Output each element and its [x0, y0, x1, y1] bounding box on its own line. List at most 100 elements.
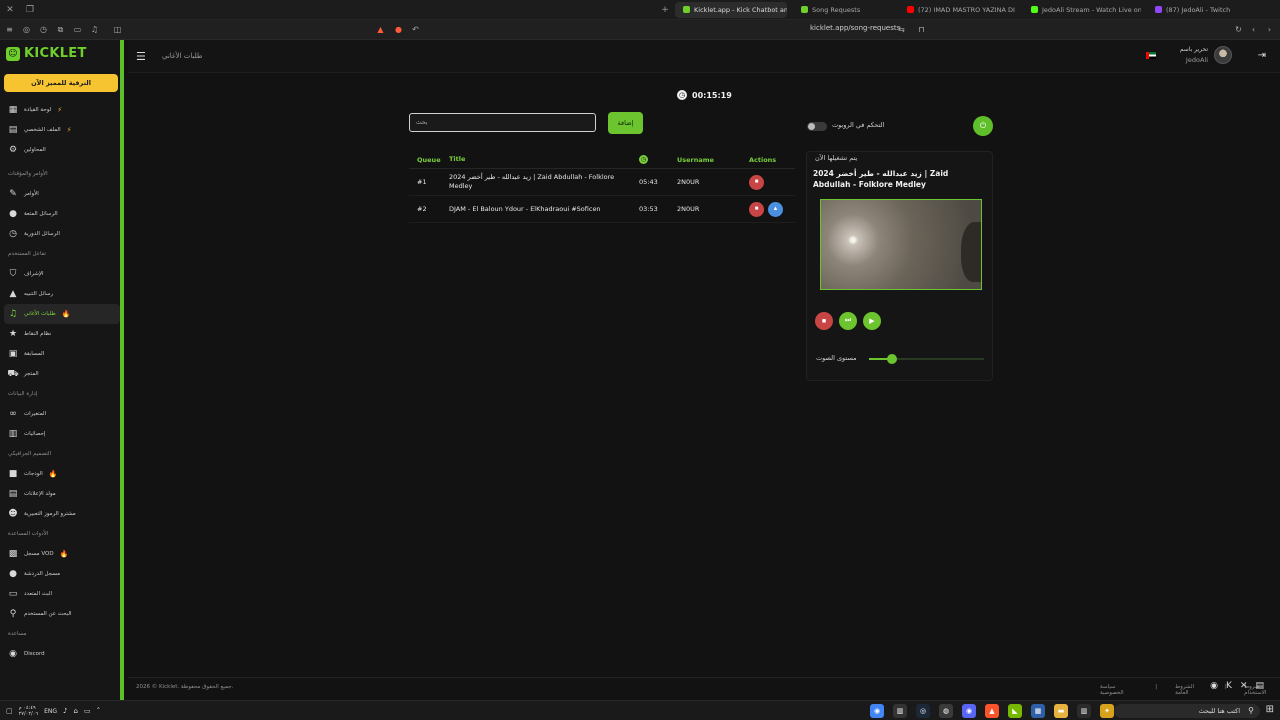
battery-icon[interactable]: ▭: [84, 707, 91, 715]
sidebar-item[interactable]: ■ الودجات 🔥: [0, 464, 124, 484]
reload-icon[interactable]: ↻: [1231, 22, 1246, 38]
nvidia-app-icon[interactable]: ◣: [1008, 704, 1022, 718]
sidebar-item[interactable]: ⚲ البحث عن المستخدم: [0, 604, 124, 624]
delete-song-button[interactable]: ■: [749, 201, 764, 217]
sidebar-item-label: رسائل التنبيه: [24, 291, 54, 297]
sidebar-toggle-icon[interactable]: ◫: [110, 22, 125, 38]
avatar[interactable]: [1214, 46, 1232, 64]
obs-app-icon[interactable]: ◍: [939, 704, 953, 718]
menu-icon[interactable]: ≡: [2, 22, 17, 38]
volume-icon[interactable]: ♪: [63, 707, 67, 715]
browser-tab[interactable]: (87) JedoAli - Twitch: [1147, 2, 1265, 18]
logo-text: KICKLET: [24, 46, 87, 61]
stop-button[interactable]: ■: [815, 312, 833, 330]
translate-icon[interactable]: ⇆: [894, 22, 909, 38]
kicklet-logo[interactable]: ☺ KICKLET: [6, 46, 87, 61]
lang-indicator[interactable]: ENG: [44, 708, 57, 715]
footer-link[interactable]: الشروط العامة: [1175, 684, 1206, 696]
nav-section-title: مساعدة: [8, 631, 27, 637]
search-icon: ⚲: [1248, 706, 1254, 715]
start-icon[interactable]: ⊞: [1266, 704, 1274, 715]
sidebar-item[interactable]: ▥ إحصائيات: [0, 424, 124, 444]
steam-app-icon[interactable]: ◎: [916, 704, 930, 718]
sidebar-item[interactable]: ▦ لوحة القيادة ⚡: [0, 100, 124, 120]
browser-tab[interactable]: Song Requests: [793, 2, 893, 18]
browser-tab[interactable]: (72) IMAD MASTRO YAZINA DI: [899, 2, 1017, 18]
power-button[interactable]: ⏻: [973, 116, 993, 136]
sidebar-item[interactable]: ★ نظام النقاط: [0, 324, 124, 344]
sidebar-item[interactable]: ♫ طلبات الأغاني 🔥: [4, 304, 120, 324]
user-block[interactable]: تحرير باسم JedoAli: [1145, 45, 1232, 65]
back-icon[interactable]: ↶: [408, 22, 423, 38]
new-tab-icon[interactable]: +: [655, 0, 675, 20]
sidebar-item[interactable]: ▲ رسائل التنبيه: [0, 284, 124, 304]
terminal-app-icon[interactable]: ▥: [893, 704, 907, 718]
sidebar-item[interactable]: ✎ الأوامر: [0, 184, 124, 204]
restore-icon[interactable]: ❐: [20, 0, 40, 20]
music-icon[interactable]: ♫: [87, 22, 102, 38]
sidebar-item[interactable]: ▣ المسابقة: [0, 344, 124, 364]
video-player[interactable]: [820, 199, 982, 290]
history-icon[interactable]: ◷: [36, 22, 51, 38]
bookmark-icon[interactable]: ⊓: [914, 22, 929, 38]
snapshot-icon[interactable]: ⧉: [53, 22, 68, 38]
sidebar-item[interactable]: ▩ مسجل VOD 🔥: [0, 544, 124, 564]
sidebar-item[interactable]: ● مسجل الدردشة: [0, 564, 124, 584]
next-icon[interactable]: ›: [1262, 22, 1277, 38]
sidebar-item[interactable]: ● الرسائل المتعة: [0, 204, 124, 224]
hamburger-icon[interactable]: ☰: [136, 50, 146, 63]
sidebar-item[interactable]: ◉ Discord: [0, 644, 124, 664]
search-input[interactable]: [409, 113, 596, 132]
sidebar-item[interactable]: ⚙ المحاولين: [0, 140, 124, 160]
delete-song-button[interactable]: ■: [749, 174, 764, 190]
logout-icon[interactable]: ⇥: [1258, 50, 1266, 61]
uae-flag-icon[interactable]: [1145, 51, 1156, 59]
store-app-icon[interactable]: ▦: [1031, 704, 1045, 718]
upgrade-button[interactable]: الترقية للمميز الآن: [4, 74, 118, 92]
x-icon[interactable]: ✕: [1240, 681, 1248, 691]
taskview-icon[interactable]: ▥: [1077, 704, 1091, 718]
table-row[interactable]: #2 DJAM - El Baloun Ydour - ElKhadraoui #…: [409, 196, 795, 223]
discord-icon[interactable]: ◉: [1210, 681, 1218, 691]
sidebar-item[interactable]: ∞ المتغيرات: [0, 404, 124, 424]
notification-icon[interactable]: ▢: [6, 707, 13, 715]
add-song-button[interactable]: إضافة: [608, 112, 643, 134]
footer-link[interactable]: سياسة الخصوصية: [1100, 684, 1137, 696]
location-icon[interactable]: ◎: [19, 22, 34, 38]
bot-control-toggle[interactable]: [807, 122, 827, 131]
tray-chevron-icon[interactable]: ˄: [97, 707, 101, 715]
volume-thumb[interactable]: [887, 354, 897, 364]
url-text[interactable]: kicklet.app/song-requests: [810, 24, 900, 32]
close-window-icon[interactable]: ✕: [0, 0, 20, 20]
discord-app-icon[interactable]: ◉: [962, 704, 976, 718]
browser-tab[interactable]: JedoAli Stream - Watch Live on: [1023, 2, 1141, 18]
sidebar-item[interactable]: ▤ الملف الشخصي ⚡: [0, 120, 124, 140]
sidebar-item[interactable]: ⛟ المتجر: [0, 364, 124, 384]
sidebar-item[interactable]: ☻ مشترو الرموز التعبيرية: [0, 504, 124, 524]
brave-app-icon[interactable]: ▲: [985, 704, 999, 718]
sidebar-item[interactable]: ⛉ الإشراف: [0, 264, 124, 284]
volume-slider[interactable]: [869, 354, 984, 364]
chat-icon[interactable]: ▭: [70, 22, 85, 38]
sidebar-item[interactable]: ▤ مولد الإعلانات: [0, 484, 124, 504]
prev-icon[interactable]: ‹: [1246, 22, 1261, 38]
sidebar-item[interactable]: ◷ الرسائل الدورية: [0, 224, 124, 244]
folder-app-icon[interactable]: ▬: [1054, 704, 1068, 718]
browser-tab[interactable]: Kicklet.app - Kick Chatbot and C: [675, 1, 787, 18]
breadcrumb: طلبات الأغاني: [162, 52, 203, 60]
kick-icon[interactable]: K: [1226, 681, 1232, 691]
play-button[interactable]: ▶: [863, 312, 881, 330]
sidebar-item[interactable]: ▭ البث المتعدد: [0, 584, 124, 604]
tray-clock[interactable]: ٠٤:٤٩ م ٢٧/٠٢/٠٦: [19, 705, 38, 717]
brave-rewards-icon[interactable]: ●: [391, 22, 406, 38]
skip-button[interactable]: ⏭: [839, 312, 857, 330]
sidebar-item-label: الودجات: [24, 471, 43, 477]
network-icon[interactable]: ⌂: [74, 707, 78, 715]
brave-shield-icon[interactable]: ▲: [373, 22, 388, 38]
chrome-app-icon[interactable]: ◉: [870, 704, 884, 718]
table-row[interactable]: #1 2024 زيد عبدالله - طير أخضر | Zaid Abd…: [409, 169, 795, 196]
docs-icon[interactable]: ▤: [1255, 681, 1264, 691]
taskbar-search[interactable]: اكتب هنا للبحث ⚲: [1114, 704, 1260, 718]
copilot-icon[interactable]: ✦: [1100, 704, 1114, 718]
move-up-button[interactable]: ▲: [768, 201, 783, 217]
